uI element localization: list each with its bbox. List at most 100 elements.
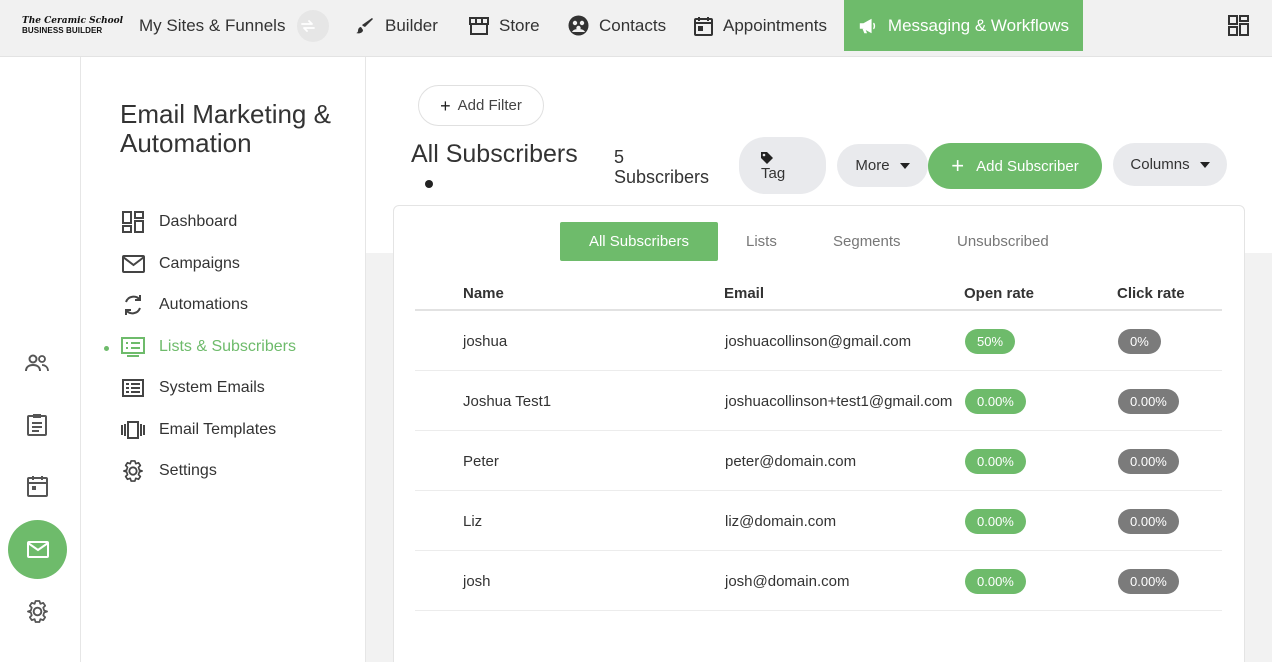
add-filter-label: Add Filter: [457, 97, 522, 114]
subscriber-name[interactable]: joshua: [463, 311, 507, 371]
tag-button[interactable]: Tag: [739, 137, 826, 194]
sidebar-item-label: Automations: [159, 296, 248, 313]
tab-unsubscribed[interactable]: Unsubscribed: [957, 222, 1049, 261]
subscriber-name[interactable]: Joshua Test1: [463, 371, 551, 431]
table-row[interactable]: Peter peter@domain.com 0.00% 0.00%: [415, 431, 1222, 491]
nav-my-sites-funnels[interactable]: My Sites & Funnels: [139, 0, 330, 51]
subscriber-name[interactable]: Liz: [463, 491, 482, 551]
brand-logo[interactable]: The Ceramic School BUSINESS BUILDER: [22, 16, 124, 38]
sidebar-item-automations[interactable]: Automations: [121, 292, 248, 318]
clipboard-icon[interactable]: [24, 411, 50, 437]
sidebar-item-label: Lists & Subscribers: [159, 338, 296, 355]
sidebar-item-system-emails[interactable]: System Emails: [121, 375, 265, 401]
tag-label: Tag: [761, 165, 786, 182]
column-header-open-rate[interactable]: Open rate: [964, 285, 1034, 302]
more-label: More: [855, 157, 890, 174]
nav-my-sites-label: My Sites & Funnels: [139, 15, 286, 35]
email-marketing-sidebar: Email Marketing & Automation Dashboard C…: [81, 57, 366, 662]
title-dropdown-dot[interactable]: [425, 180, 433, 188]
subscriber-name[interactable]: josh: [463, 551, 491, 611]
sidebar-item-label: System Emails: [159, 379, 265, 396]
nav-appointments[interactable]: Appointments: [694, 0, 827, 51]
plus-icon: +: [951, 153, 965, 178]
nav-builder[interactable]: Builder: [355, 0, 438, 51]
column-header-name[interactable]: Name: [463, 285, 504, 302]
add-subscriber-label: Add Subscriber: [976, 157, 1079, 175]
sidebar-item-label: Settings: [159, 462, 217, 479]
envelope-icon: [121, 252, 145, 276]
open-rate-badge: 0.00%: [965, 508, 1026, 534]
sidebar-item-campaigns[interactable]: Campaigns: [121, 251, 240, 277]
click-rate-badge: 0.00%: [1118, 508, 1179, 534]
chevron-down-icon: [899, 162, 910, 169]
chevron-down-icon: [1199, 161, 1210, 168]
subscriber-count-label: Subscribers: [614, 167, 710, 187]
nav-builder-label: Builder: [385, 15, 438, 35]
subscriber-email: joshuacollinson+test1@gmail.com: [725, 392, 953, 410]
open-rate-badge: 0.00%: [965, 448, 1026, 474]
tag-icon: [761, 152, 773, 164]
logo-line2: BUSINESS BUILDER: [22, 26, 103, 35]
plus-icon: +: [440, 95, 451, 116]
list-alt-icon: [121, 376, 145, 400]
subscriber-email: josh@domain.com: [725, 572, 850, 590]
click-rate-badge: 0.00%: [1118, 448, 1179, 474]
swap-icon[interactable]: [297, 9, 330, 42]
tab-segments[interactable]: Segments: [833, 222, 901, 261]
table-row[interactable]: Liz liz@domain.com 0.00% 0.00%: [415, 491, 1222, 551]
nav-store-label: Store: [499, 15, 540, 35]
brush-icon: [356, 17, 373, 33]
email-rail-button[interactable]: [8, 520, 67, 579]
apps-grid-icon[interactable]: [1228, 15, 1249, 36]
nav-store[interactable]: Store: [469, 0, 540, 51]
columns-dropdown-button[interactable]: Columns: [1113, 143, 1227, 186]
tab-all-subscribers[interactable]: All Subscribers: [560, 222, 718, 261]
gear-icon: [121, 459, 145, 483]
contacts-icon: [568, 15, 589, 36]
open-rate-badge: 0.00%: [965, 388, 1026, 414]
tab-lists[interactable]: Lists: [746, 222, 777, 261]
list-icon: [121, 335, 145, 359]
columns-label: Columns: [1130, 156, 1190, 173]
icon-rail: [0, 57, 81, 662]
gear-icon[interactable]: [24, 598, 50, 624]
table-row[interactable]: joshua joshuacollinson@gmail.com 50% 0%: [415, 311, 1222, 371]
subscriber-count-number: 5: [614, 147, 625, 167]
click-rate-badge: 0.00%: [1118, 568, 1179, 594]
click-rate-badge: 0%: [1118, 328, 1161, 354]
sidebar-item-label: Dashboard: [159, 213, 238, 230]
sidebar-title: Email Marketing & Automation: [120, 99, 331, 158]
sidebar-item-settings[interactable]: Settings: [121, 458, 217, 484]
logo-line1: The Ceramic School: [22, 16, 124, 26]
sidebar-item-lists-subscribers[interactable]: Lists & Subscribers: [121, 334, 296, 360]
refresh-icon: [121, 293, 145, 317]
calendar-icon[interactable]: [24, 473, 50, 499]
table-row[interactable]: Joshua Test1 joshuacollinson+test1@gmail…: [415, 371, 1222, 431]
subscriber-count: 5 Subscribers: [614, 147, 724, 187]
add-filter-button[interactable]: + Add Filter: [418, 85, 544, 126]
active-indicator-dot: [104, 346, 109, 351]
dashboard-icon: [121, 210, 145, 234]
column-header-click-rate[interactable]: Click rate: [1117, 285, 1185, 302]
megaphone-icon: [859, 18, 876, 33]
sidebar-item-email-templates[interactable]: Email Templates: [121, 417, 276, 443]
contacts-people-icon[interactable]: [24, 350, 50, 376]
templates-icon: [121, 418, 145, 442]
calendar-icon: [694, 16, 713, 36]
nav-contacts[interactable]: Contacts: [568, 0, 666, 51]
nav-messaging-workflows[interactable]: Messaging & Workflows: [844, 0, 1083, 51]
click-rate-badge: 0.00%: [1118, 388, 1179, 414]
nav-messaging-label: Messaging & Workflows: [887, 15, 1069, 35]
subscriber-email: joshuacollinson@gmail.com: [725, 332, 912, 350]
subscriber-name[interactable]: Peter: [463, 431, 499, 491]
open-rate-badge: 50%: [965, 328, 1016, 354]
table-row[interactable]: josh josh@domain.com 0.00% 0.00%: [415, 551, 1222, 611]
top-navigation-bar: The Ceramic School BUSINESS BUILDER My S…: [0, 0, 1272, 57]
column-header-email[interactable]: Email: [724, 285, 764, 302]
add-subscriber-button[interactable]: + Add Subscriber: [928, 143, 1102, 189]
nav-contacts-label: Contacts: [599, 15, 667, 35]
sidebar-item-dashboard[interactable]: Dashboard: [121, 209, 237, 235]
more-dropdown-button[interactable]: More: [837, 144, 928, 187]
subscriber-email: peter@domain.com: [725, 452, 857, 470]
sidebar-item-label: Campaigns: [159, 255, 240, 272]
